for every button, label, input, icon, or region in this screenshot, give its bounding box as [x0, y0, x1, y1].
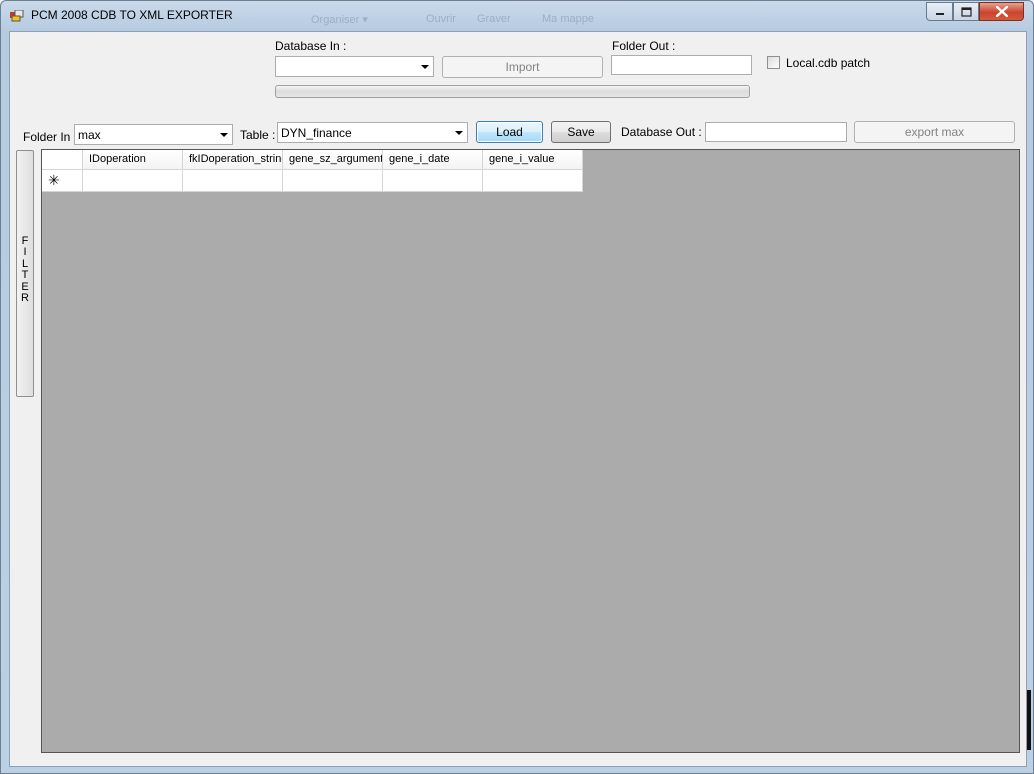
grid-cell[interactable]	[283, 170, 383, 192]
import-button[interactable]: Import	[442, 56, 603, 78]
table-combo[interactable]: DYN_finance	[277, 122, 468, 143]
column-header[interactable]: gene_i_value	[483, 150, 583, 170]
import-button-label: Import	[505, 60, 540, 74]
folder-in-combo[interactable]: max	[74, 124, 233, 145]
grid-cell[interactable]	[483, 170, 583, 192]
import-progress-bar	[275, 85, 750, 98]
database-out-label: Database Out :	[621, 125, 702, 139]
folder-out-label: Folder Out :	[612, 39, 676, 53]
title-bar[interactable]: PCM 2008 CDB TO XML EXPORTER Organiser ▾…	[1, 1, 1033, 31]
grid-corner[interactable]	[42, 150, 83, 170]
close-icon	[995, 6, 1008, 17]
chevron-down-icon	[220, 133, 228, 137]
minimize-icon	[935, 12, 944, 15]
folder-out-input[interactable]	[611, 55, 752, 75]
load-button[interactable]: Load	[476, 121, 543, 143]
grid-cell[interactable]	[183, 170, 283, 192]
minimize-button[interactable]	[926, 2, 953, 21]
grid-header-row: IDoperation fkIDoperation_string gene_sz…	[42, 150, 583, 170]
folder-in-label: Folder In :	[23, 130, 78, 144]
local-cdb-patch-checkbox[interactable]	[767, 56, 780, 69]
filter-label: FILTER	[21, 235, 29, 305]
local-cdb-patch-label: Local.cdb patch	[786, 56, 871, 70]
save-button-label: Save	[567, 125, 595, 139]
window-title: PCM 2008 CDB TO XML EXPORTER	[31, 8, 233, 22]
export-button-label: export max	[904, 125, 965, 139]
background-ghost-text: Ma mappe	[542, 13, 594, 25]
column-header[interactable]: fkIDoperation_string	[183, 150, 283, 170]
background-ghost-text: Organiser ▾	[311, 14, 368, 26]
load-button-label: Load	[496, 125, 523, 139]
column-header[interactable]: IDoperation	[83, 150, 183, 170]
database-in-label: Database In :	[275, 39, 347, 53]
database-in-combo[interactable]	[275, 56, 434, 77]
background-ghost-text: Graver	[477, 13, 511, 25]
background-ghost-text: Ouvrir	[426, 13, 456, 25]
grid-cell[interactable]	[383, 170, 483, 192]
close-button[interactable]	[979, 2, 1024, 21]
maximize-icon	[960, 6, 972, 17]
save-button[interactable]: Save	[551, 121, 611, 143]
column-header[interactable]: gene_i_date	[383, 150, 483, 170]
app-icon	[10, 10, 24, 22]
new-row-icon[interactable]: ✳	[42, 170, 83, 192]
chevron-down-icon	[455, 131, 463, 135]
folder-in-value: max	[78, 128, 101, 142]
table-row-new: ✳	[42, 170, 583, 192]
window-edge	[1027, 690, 1031, 750]
table-label: Table :	[240, 128, 276, 142]
database-out-input[interactable]	[705, 122, 847, 142]
table-value: DYN_finance	[281, 126, 352, 140]
chevron-down-icon	[421, 65, 429, 69]
maximize-button[interactable]	[953, 2, 979, 21]
export-button[interactable]: export max	[854, 121, 1015, 143]
column-header[interactable]: gene_sz_argument	[283, 150, 383, 170]
data-grid[interactable]: IDoperation fkIDoperation_string gene_sz…	[41, 149, 1020, 753]
grid-cell[interactable]	[83, 170, 183, 192]
filter-button[interactable]: FILTER	[16, 150, 34, 397]
